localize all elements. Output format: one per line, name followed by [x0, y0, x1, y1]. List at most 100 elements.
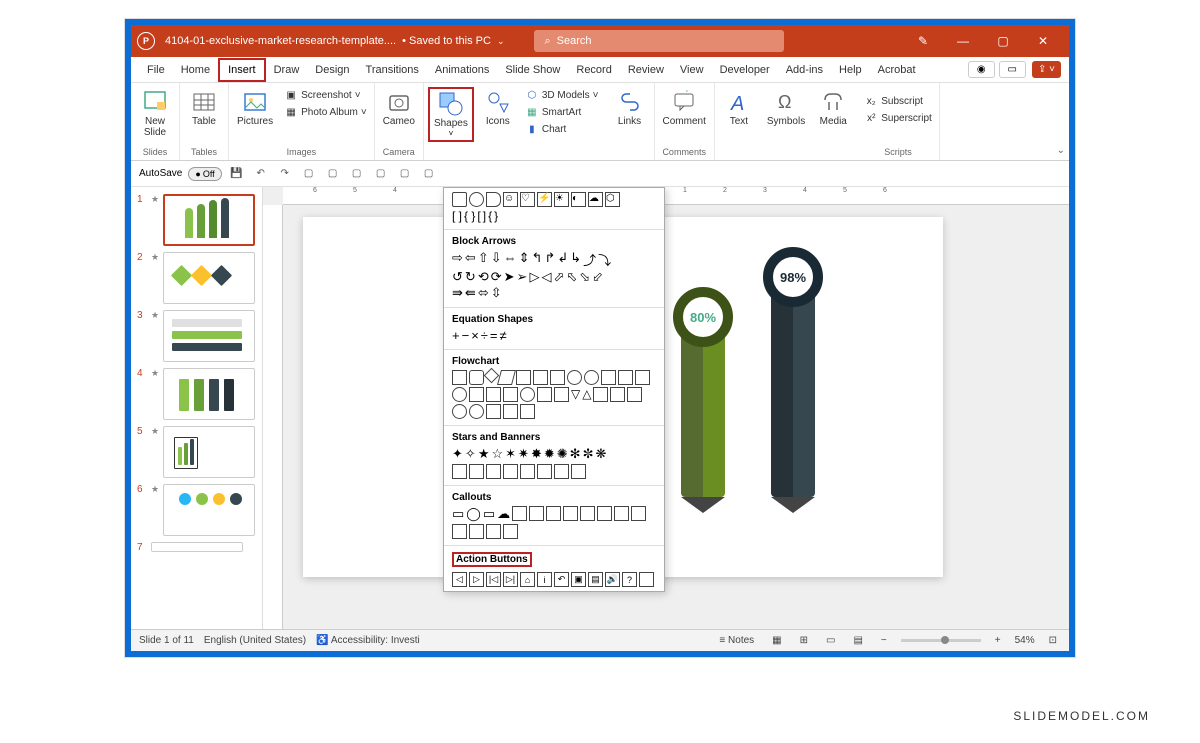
shape-item[interactable]: ✼	[583, 446, 594, 462]
view-reading-button[interactable]: ▭	[822, 635, 839, 646]
shapes-button[interactable]: Shapes ˅	[428, 87, 474, 142]
shape-action-back[interactable]: ◁	[452, 572, 467, 587]
shape-item[interactable]	[503, 404, 518, 419]
tab-review[interactable]: Review	[620, 60, 672, 80]
thumbnail-6[interactable]: 6★	[131, 481, 262, 539]
shape-item[interactable]: { }	[464, 209, 475, 223]
shape-item[interactable]: ☁	[588, 192, 603, 207]
zoom-in-button[interactable]: +	[991, 635, 1005, 646]
shape-item[interactable]	[584, 370, 599, 385]
shape-item[interactable]	[452, 524, 467, 539]
record-toggle-button[interactable]: ◉	[968, 61, 995, 78]
tab-acrobat[interactable]: Acrobat	[870, 60, 924, 80]
pencil-shape-80[interactable]: 80%	[673, 287, 733, 513]
photo-album-button[interactable]: ▦Photo Album ˅	[281, 104, 370, 120]
shape-item[interactable]	[631, 506, 646, 521]
shape-item[interactable]: ⟳	[491, 269, 502, 285]
links-button[interactable]: Links	[610, 87, 650, 129]
shape-action-home[interactable]: ⌂	[520, 572, 535, 587]
shape-action-help[interactable]: ?	[622, 572, 637, 587]
tab-file[interactable]: File	[139, 60, 173, 80]
shape-item[interactable]: }	[494, 209, 498, 223]
notes-button[interactable]: ≡ Notes	[715, 635, 758, 646]
superscript-button[interactable]: x²Superscript	[861, 110, 935, 126]
pencil-shape-98[interactable]: 98%	[763, 247, 823, 513]
zoom-slider[interactable]	[901, 639, 981, 642]
tab-slideshow[interactable]: Slide Show	[497, 60, 568, 80]
accessibility-status[interactable]: ♿ Accessibility: Investi	[316, 635, 420, 646]
shape-item[interactable]	[537, 464, 552, 479]
shape-item[interactable]: ▽	[571, 387, 580, 402]
shape-action-beginning[interactable]: |◁	[486, 572, 501, 587]
shape-item[interactable]	[550, 370, 565, 385]
view-sorter-button[interactable]: ⊞	[796, 635, 812, 646]
zoom-out-button[interactable]: −	[877, 635, 891, 646]
tab-home[interactable]: Home	[173, 60, 218, 80]
shape-item[interactable]: ↺	[452, 269, 463, 285]
shape-item[interactable]	[452, 464, 467, 479]
qat-btn-5[interactable]: ▢	[396, 165, 414, 183]
shape-item[interactable]	[618, 370, 633, 385]
shape-item[interactable]	[516, 370, 531, 385]
shape-item[interactable]	[469, 524, 484, 539]
shape-item[interactable]	[593, 387, 608, 402]
shape-item[interactable]	[469, 192, 484, 207]
shape-item[interactable]	[486, 192, 501, 207]
tab-animations[interactable]: Animations	[427, 60, 497, 80]
ribbon-collapse-icon[interactable]: ⌄	[1057, 145, 1065, 156]
shape-action-blank[interactable]	[639, 572, 654, 587]
qat-btn-1[interactable]: ▢	[300, 165, 318, 183]
shape-item[interactable]: ☁	[497, 506, 510, 522]
shape-action-info[interactable]: i	[537, 572, 552, 587]
tab-view[interactable]: View	[672, 60, 712, 80]
shape-item[interactable]: ↱	[544, 250, 555, 269]
maximize-button[interactable]: ▢	[983, 25, 1023, 57]
title-dropdown-icon[interactable]: ⌄	[497, 36, 505, 47]
shape-item[interactable]: ⇩	[491, 250, 502, 269]
pictures-button[interactable]: Pictures	[233, 87, 277, 129]
minimize-button[interactable]: ―	[943, 25, 983, 57]
shape-item[interactable]: ⬂	[579, 269, 590, 285]
shape-item[interactable]	[469, 370, 484, 385]
qat-btn-4[interactable]: ▢	[372, 165, 390, 183]
share-button[interactable]: ⇪ ˅	[1032, 61, 1061, 78]
thumbnail-5[interactable]: 5★	[131, 423, 262, 481]
shape-item[interactable]: ✹	[544, 446, 555, 462]
shape-item[interactable]: ÷	[481, 328, 488, 343]
shape-item[interactable]: ]	[483, 209, 486, 223]
shape-item[interactable]: ◯	[466, 506, 481, 522]
shape-item[interactable]: △	[582, 387, 591, 402]
tab-transitions[interactable]: Transitions	[358, 60, 427, 80]
smartart-button[interactable]: ▦SmartArt	[522, 104, 602, 120]
shape-item[interactable]	[497, 370, 516, 385]
shape-item[interactable]: ↳	[570, 250, 581, 269]
shape-item[interactable]: ☺	[503, 192, 518, 207]
shape-item[interactable]	[503, 387, 518, 402]
shape-item[interactable]	[614, 506, 629, 521]
shape-item[interactable]: ×	[471, 328, 479, 343]
shape-item[interactable]	[554, 387, 569, 402]
shape-item[interactable]	[635, 370, 650, 385]
fit-to-window-button[interactable]: ⊡	[1045, 635, 1061, 646]
new-slide-button[interactable]: New Slide	[135, 87, 175, 140]
autosave-toggle[interactable]: ● Off	[188, 167, 221, 181]
shape-item[interactable]: ▭	[483, 506, 495, 522]
table-button[interactable]: Table	[184, 87, 224, 129]
comment-button[interactable]: + Comment	[659, 87, 710, 129]
shape-item[interactable]	[486, 387, 501, 402]
qat-btn-6[interactable]: ▢	[420, 165, 438, 183]
chart-button[interactable]: ▮Chart	[522, 121, 602, 137]
shape-item[interactable]	[567, 370, 582, 385]
save-button[interactable]: 💾	[228, 165, 246, 183]
shape-item[interactable]	[503, 524, 518, 539]
tab-developer[interactable]: Developer	[712, 60, 778, 80]
shape-item[interactable]	[627, 387, 642, 402]
tab-addins[interactable]: Add-ins	[778, 60, 831, 80]
shape-item[interactable]: ✶	[505, 446, 516, 462]
shape-item[interactable]: ⇚	[465, 285, 476, 301]
thumbnail-1[interactable]: 1★	[131, 191, 262, 249]
shape-item[interactable]	[580, 506, 595, 521]
shape-item[interactable]: ⇔	[504, 250, 517, 269]
shape-item[interactable]: [	[477, 209, 480, 223]
slide-counter[interactable]: Slide 1 of 11	[139, 635, 194, 646]
